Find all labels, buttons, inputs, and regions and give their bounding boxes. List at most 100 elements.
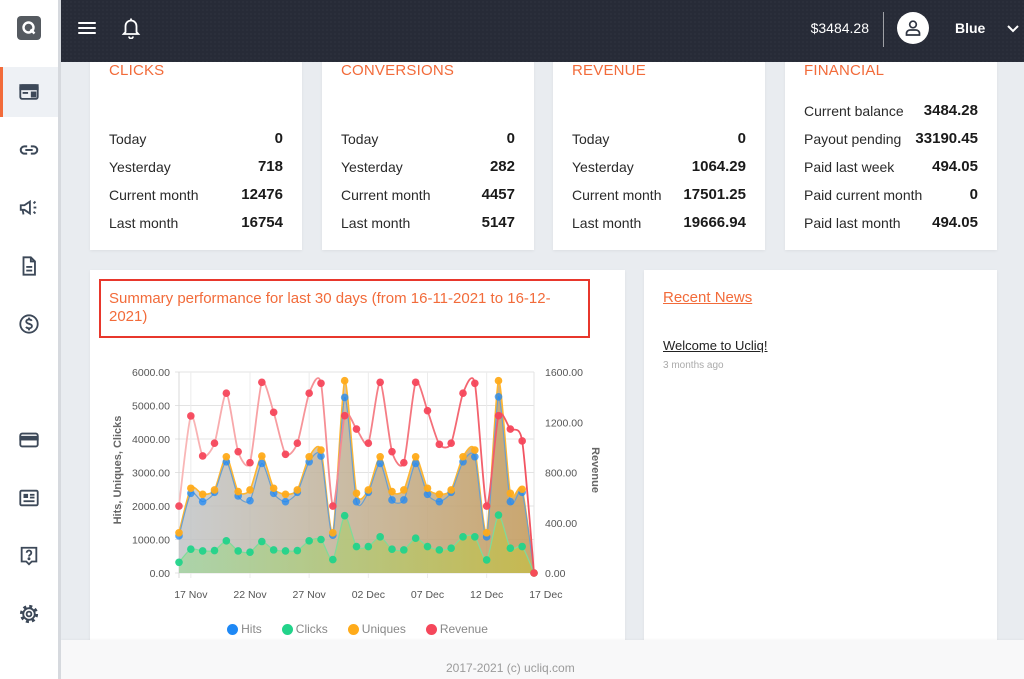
stat-row: Last month 5147 bbox=[341, 209, 515, 237]
clicks-point bbox=[281, 547, 290, 555]
uniques-point bbox=[423, 484, 432, 493]
uniques-point bbox=[269, 484, 278, 493]
y-right-tick-label: 0.00 bbox=[545, 568, 566, 580]
performance-chart-card: Summary performance for last 30 days (fr… bbox=[90, 270, 625, 650]
sidebar-item-help[interactable] bbox=[0, 531, 58, 581]
megaphone-icon bbox=[19, 199, 37, 216]
y-left-tick-label: 2000.00 bbox=[132, 501, 170, 513]
clicks-point bbox=[258, 537, 266, 546]
chevron-down-icon bbox=[1007, 25, 1019, 33]
notifications-button[interactable] bbox=[121, 17, 141, 40]
clicks-point bbox=[518, 542, 526, 551]
sidebar-item-campaigns[interactable] bbox=[0, 183, 58, 233]
stat-label: Paid last month bbox=[804, 215, 901, 231]
uniques-point bbox=[376, 452, 384, 461]
sidebar-item-news[interactable] bbox=[0, 473, 58, 523]
stat-value: 4457 bbox=[481, 186, 515, 203]
stat-row: Paid last week 494.05 bbox=[804, 153, 978, 181]
revenue-point bbox=[234, 447, 242, 456]
y-right-axis-title: Revenue bbox=[589, 447, 601, 493]
hamburger-icon-bar bbox=[78, 22, 96, 24]
stat-value: 0 bbox=[274, 130, 283, 147]
sidebar-item-settings[interactable] bbox=[0, 589, 58, 639]
clicks-point bbox=[317, 535, 325, 544]
card-title: REVENUE bbox=[572, 62, 646, 79]
revenue-point bbox=[364, 439, 373, 448]
y-right-tick-label: 800.00 bbox=[545, 468, 577, 480]
recent-news-link[interactable]: Recent News bbox=[663, 289, 752, 306]
sidebar-item-billing[interactable] bbox=[0, 415, 58, 465]
sidebar bbox=[0, 0, 61, 679]
legend-item-clicks[interactable]: Clicks bbox=[281, 622, 328, 636]
revenue-point bbox=[246, 458, 254, 467]
stat-row: Last month 16754 bbox=[109, 209, 283, 237]
legend-item-revenue[interactable]: Revenue bbox=[425, 622, 488, 636]
sidebar-item-dashboard[interactable] bbox=[0, 67, 58, 117]
hits-point bbox=[340, 393, 349, 402]
document-icon bbox=[22, 256, 36, 276]
user-avatar[interactable] bbox=[897, 12, 929, 44]
news-item-link[interactable]: Welcome to Ucliq! bbox=[663, 338, 768, 353]
hits-point bbox=[258, 459, 266, 468]
user-menu-toggle[interactable] bbox=[1006, 22, 1020, 34]
sidebar-item-reports[interactable] bbox=[0, 241, 58, 291]
uniques-point bbox=[494, 376, 503, 385]
revenue-point bbox=[293, 439, 302, 448]
legend-item-hits[interactable]: Hits bbox=[227, 622, 262, 636]
stat-row: Yesterday 1064.29 bbox=[572, 153, 746, 181]
revenue-point bbox=[198, 452, 207, 460]
uniques-point bbox=[222, 452, 231, 461]
financial-card: FINANCIAL Current balance 3484.28 Payout … bbox=[785, 40, 997, 250]
legend-dot bbox=[347, 623, 359, 635]
uniques-point bbox=[175, 529, 183, 537]
revenue-point bbox=[258, 378, 266, 387]
uniques-point bbox=[305, 452, 313, 461]
clicks-point bbox=[459, 533, 467, 541]
hits-point bbox=[494, 392, 503, 401]
recent-news-card: Recent News Welcome to Ucliq! 3 months a… bbox=[644, 270, 997, 650]
stat-row: Yesterday 282 bbox=[341, 153, 515, 181]
legend-label: Clicks bbox=[295, 622, 328, 636]
stat-label: Yesterday bbox=[109, 159, 171, 175]
hamburger-menu-button[interactable] bbox=[78, 20, 96, 36]
clicks-point bbox=[198, 547, 207, 555]
uniques-point bbox=[329, 529, 337, 537]
revenue-point bbox=[329, 502, 337, 510]
revenue-point bbox=[459, 389, 467, 398]
uniques-point bbox=[258, 452, 266, 460]
stat-value: 282 bbox=[489, 158, 515, 175]
stat-value: 17501.25 bbox=[683, 186, 746, 203]
stat-label: Today bbox=[109, 131, 147, 147]
user-name[interactable]: Blue bbox=[955, 20, 985, 36]
stat-label: Current month bbox=[572, 187, 662, 203]
legend-item-uniques[interactable]: Uniques bbox=[347, 622, 406, 636]
stat-row: Current month 17501.25 bbox=[572, 181, 746, 209]
stat-label: Today bbox=[572, 131, 610, 147]
sidebar-item-links[interactable] bbox=[0, 125, 58, 175]
hits-point bbox=[388, 496, 396, 504]
legend-dot bbox=[281, 623, 293, 635]
hits-point bbox=[471, 452, 479, 461]
uniques-point bbox=[411, 452, 420, 461]
stat-label: Current balance bbox=[804, 103, 904, 119]
revenue-point bbox=[471, 379, 479, 388]
revenue-point bbox=[435, 440, 444, 449]
revenue-point bbox=[281, 450, 290, 459]
x-tick-label: 12 Dec bbox=[470, 589, 503, 601]
stat-row: Current month 4457 bbox=[341, 181, 515, 209]
sidebar-item-payments[interactable] bbox=[0, 299, 58, 349]
stat-label: Yesterday bbox=[572, 159, 634, 175]
stat-label: Last month bbox=[341, 215, 411, 231]
clicks-point bbox=[340, 511, 349, 520]
clicks-point bbox=[506, 544, 515, 553]
logo-q-icon bbox=[22, 21, 36, 35]
app-logo[interactable] bbox=[17, 16, 41, 40]
revenue-point bbox=[175, 502, 183, 510]
revenue-point bbox=[423, 406, 432, 415]
clicks-point bbox=[293, 546, 302, 555]
credit-card-icon bbox=[19, 432, 39, 448]
uniques-point bbox=[246, 486, 254, 494]
hits-point bbox=[246, 496, 254, 505]
stat-row: Today 0 bbox=[572, 125, 746, 153]
stat-label: Payout pending bbox=[804, 131, 902, 147]
